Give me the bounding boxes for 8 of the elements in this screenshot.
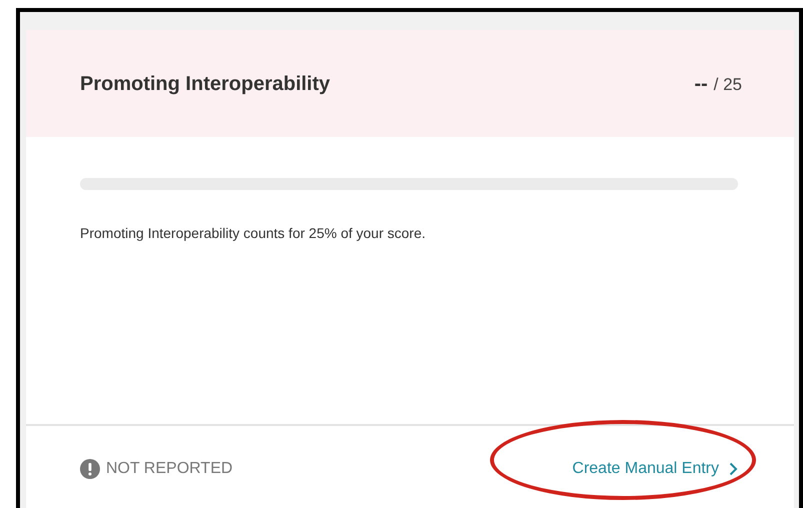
exclamation-icon bbox=[80, 459, 100, 479]
description-text: Promoting Interoperability counts for 25% of your score. bbox=[80, 224, 427, 243]
status-label: NOT REPORTED bbox=[106, 459, 233, 479]
create-entry-link[interactable]: Create Manual Entry bbox=[572, 457, 738, 481]
score-value: -- bbox=[694, 72, 708, 96]
chevron-icon bbox=[729, 462, 738, 476]
score-max: / 25 bbox=[714, 74, 742, 96]
card-title: Promoting Interoperability bbox=[80, 72, 330, 96]
